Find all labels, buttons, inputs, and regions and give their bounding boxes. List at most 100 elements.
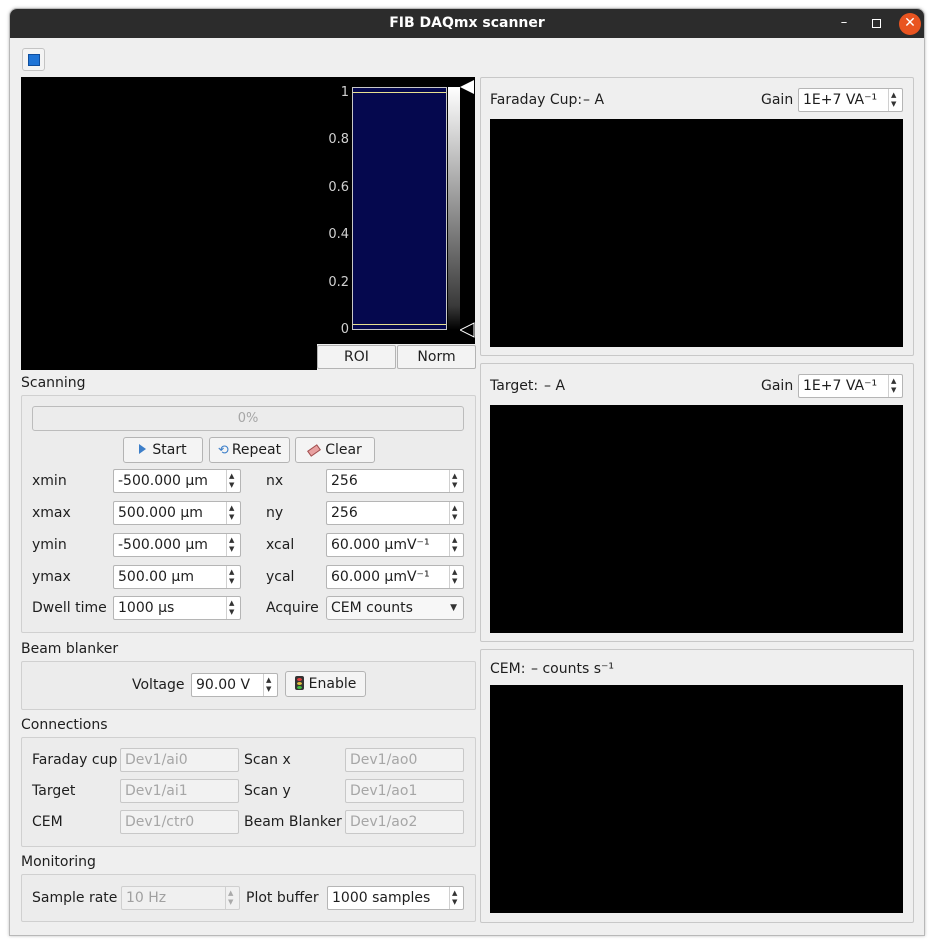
roi-button[interactable]: ROI — [317, 345, 396, 369]
progress-text: 0% — [237, 411, 259, 426]
faraday-cup-label: Faraday cup — [32, 752, 118, 768]
ymin-label: ymin — [32, 537, 67, 553]
image-view[interactable] — [21, 77, 317, 370]
histogram-plot[interactable] — [352, 87, 447, 330]
clear-label: Clear — [325, 442, 362, 458]
enable-blanker-button[interactable]: Enable — [285, 671, 366, 697]
target-channel-field[interactable]: Dev1/ai1 — [120, 779, 239, 803]
faraday-cup-plot[interactable] — [490, 119, 903, 347]
target-gain-spinbox[interactable]: 1E+7 VA⁻¹ ▲ ▼ — [798, 374, 903, 398]
maximize-button[interactable] — [866, 13, 888, 35]
histogram-tick: 0.8 — [328, 132, 349, 147]
monitoring-title: Monitoring — [21, 854, 96, 870]
histogram-widget[interactable]: 1 0.8 0.6 0.4 0.2 0 — [317, 77, 475, 344]
histogram-max-line — [353, 92, 446, 93]
ny-value: 256 — [331, 505, 358, 521]
close-button[interactable]: ✕ — [899, 13, 921, 35]
spin-arrows[interactable]: ▲ ▼ — [226, 534, 240, 556]
target-plot[interactable] — [490, 405, 903, 633]
ycal-spinbox[interactable]: 60.000 µmV⁻¹ ▲ ▼ — [326, 565, 464, 589]
faraday-gain-label: Gain — [761, 92, 794, 108]
enable-label: Enable — [308, 676, 357, 692]
xcal-spinbox[interactable]: 60.000 µmV⁻¹ ▲ ▼ — [326, 533, 464, 557]
traffic-light-icon — [294, 676, 304, 690]
start-button[interactable]: Start — [123, 437, 203, 463]
spin-arrows[interactable]: ▲ ▼ — [226, 597, 240, 619]
target-label: Target — [32, 783, 76, 799]
spin-arrows[interactable]: ▲ ▼ — [226, 502, 240, 524]
ny-spinbox[interactable]: 256 ▲ ▼ — [326, 501, 464, 525]
minimize-button[interactable]: – — [833, 13, 855, 35]
ymax-spinbox[interactable]: 500.00 µm ▲ ▼ — [113, 565, 241, 589]
plot-buffer-value: 1000 samples — [332, 890, 431, 906]
repeat-icon: ⟲ — [217, 443, 229, 458]
nx-spinbox[interactable]: 256 ▲ ▼ — [326, 469, 464, 493]
voltage-value: 90.00 V — [196, 677, 251, 693]
ycal-label: ycal — [266, 569, 295, 585]
faraday-gain-spinbox[interactable]: 1E+7 VA⁻¹ ▲ ▼ — [798, 88, 903, 112]
spin-arrows[interactable]: ▲ ▼ — [226, 470, 240, 492]
gradient-bar[interactable] — [448, 87, 460, 330]
plot-buffer-spinbox[interactable]: 1000 samples ▲ ▼ — [327, 886, 464, 910]
ny-label: ny — [266, 505, 284, 521]
spin-arrows[interactable]: ▲ ▼ — [449, 534, 463, 556]
faraday-cup-readout-value: – A — [583, 92, 605, 108]
xmax-spinbox[interactable]: 500.000 µm ▲ ▼ — [113, 501, 241, 525]
nx-label: nx — [266, 473, 284, 489]
xmin-spinbox[interactable]: -500.000 µm ▲ ▼ — [113, 469, 241, 493]
max-level-handle[interactable] — [460, 80, 474, 94]
spin-arrows[interactable]: ▲ ▼ — [449, 566, 463, 588]
target-readout-value: – A — [544, 378, 566, 394]
nx-value: 256 — [331, 473, 358, 489]
play-icon — [139, 444, 147, 454]
acquire-select[interactable]: CEM counts ▼ — [326, 596, 464, 620]
cem-channel-field[interactable]: Dev1/ctr0 — [120, 810, 239, 834]
spin-arrows[interactable]: ▲ ▼ — [449, 502, 463, 524]
faraday-gain-value: 1E+7 VA⁻¹ — [803, 92, 878, 108]
dwell-time-spinbox[interactable]: 1000 µs ▲ ▼ — [113, 596, 241, 620]
level-handles[interactable] — [460, 80, 475, 340]
scan-x-label: Scan x — [244, 752, 291, 768]
sample-rate-spinbox[interactable]: 10 Hz ▲ ▼ — [121, 886, 240, 910]
voltage-spinbox[interactable]: 90.00 V ▲ ▼ — [191, 673, 278, 697]
scan-x-channel-field[interactable]: Dev1/ao0 — [345, 748, 464, 772]
spin-arrows[interactable]: ▲ ▼ — [449, 470, 463, 492]
target-gain-label: Gain — [761, 378, 794, 394]
spin-arrows[interactable]: ▲ ▼ — [225, 887, 239, 909]
ymin-spinbox[interactable]: -500.000 µm ▲ ▼ — [113, 533, 241, 557]
maximize-icon — [872, 19, 881, 28]
acquire-label: Acquire — [266, 600, 319, 616]
dwell-time-label: Dwell time — [32, 600, 107, 616]
start-label: Start — [152, 442, 187, 458]
title-bar: FIB DAQmx scanner – ✕ — [10, 9, 924, 38]
faraday-cup-readout-label: Faraday Cup: — [490, 92, 583, 108]
connections-title: Connections — [21, 717, 108, 733]
cem-readout-value: – counts s⁻¹ — [531, 661, 614, 677]
sample-rate-value: 10 Hz — [126, 890, 167, 906]
norm-button[interactable]: Norm — [397, 345, 476, 369]
square-icon — [28, 54, 40, 66]
xcal-value: 60.000 µmV⁻¹ — [331, 537, 430, 553]
faraday-cup-channel-field[interactable]: Dev1/ai0 — [120, 748, 239, 772]
eraser-icon — [307, 444, 322, 457]
spin-arrows[interactable]: ▲ ▼ — [888, 375, 902, 397]
spin-arrows[interactable]: ▲ ▼ — [888, 89, 902, 111]
scanning-title: Scanning — [21, 375, 86, 391]
spin-arrows[interactable]: ▲ ▼ — [449, 887, 463, 909]
beam-blanker-channel-field[interactable]: Dev1/ao2 — [345, 810, 464, 834]
scan-y-channel-field[interactable]: Dev1/ao1 — [345, 779, 464, 803]
min-level-handle[interactable] — [460, 322, 475, 338]
cem-plot[interactable] — [490, 685, 903, 913]
spin-arrows[interactable]: ▲ ▼ — [263, 674, 277, 696]
spin-arrows[interactable]: ▲ ▼ — [226, 566, 240, 588]
histogram-tick: 0 — [340, 322, 349, 337]
window-title: FIB DAQmx scanner — [389, 15, 545, 31]
repeat-button[interactable]: ⟲ Repeat — [209, 437, 290, 463]
histogram-min-line — [353, 324, 446, 325]
chevron-down-icon: ▼ — [450, 603, 457, 613]
sample-rate-label: Sample rate — [32, 890, 118, 906]
histogram-tick: 0.4 — [328, 227, 349, 242]
xmax-value: 500.000 µm — [118, 505, 203, 521]
clear-button[interactable]: Clear — [295, 437, 375, 463]
toolbar-stop-button[interactable] — [22, 48, 45, 71]
